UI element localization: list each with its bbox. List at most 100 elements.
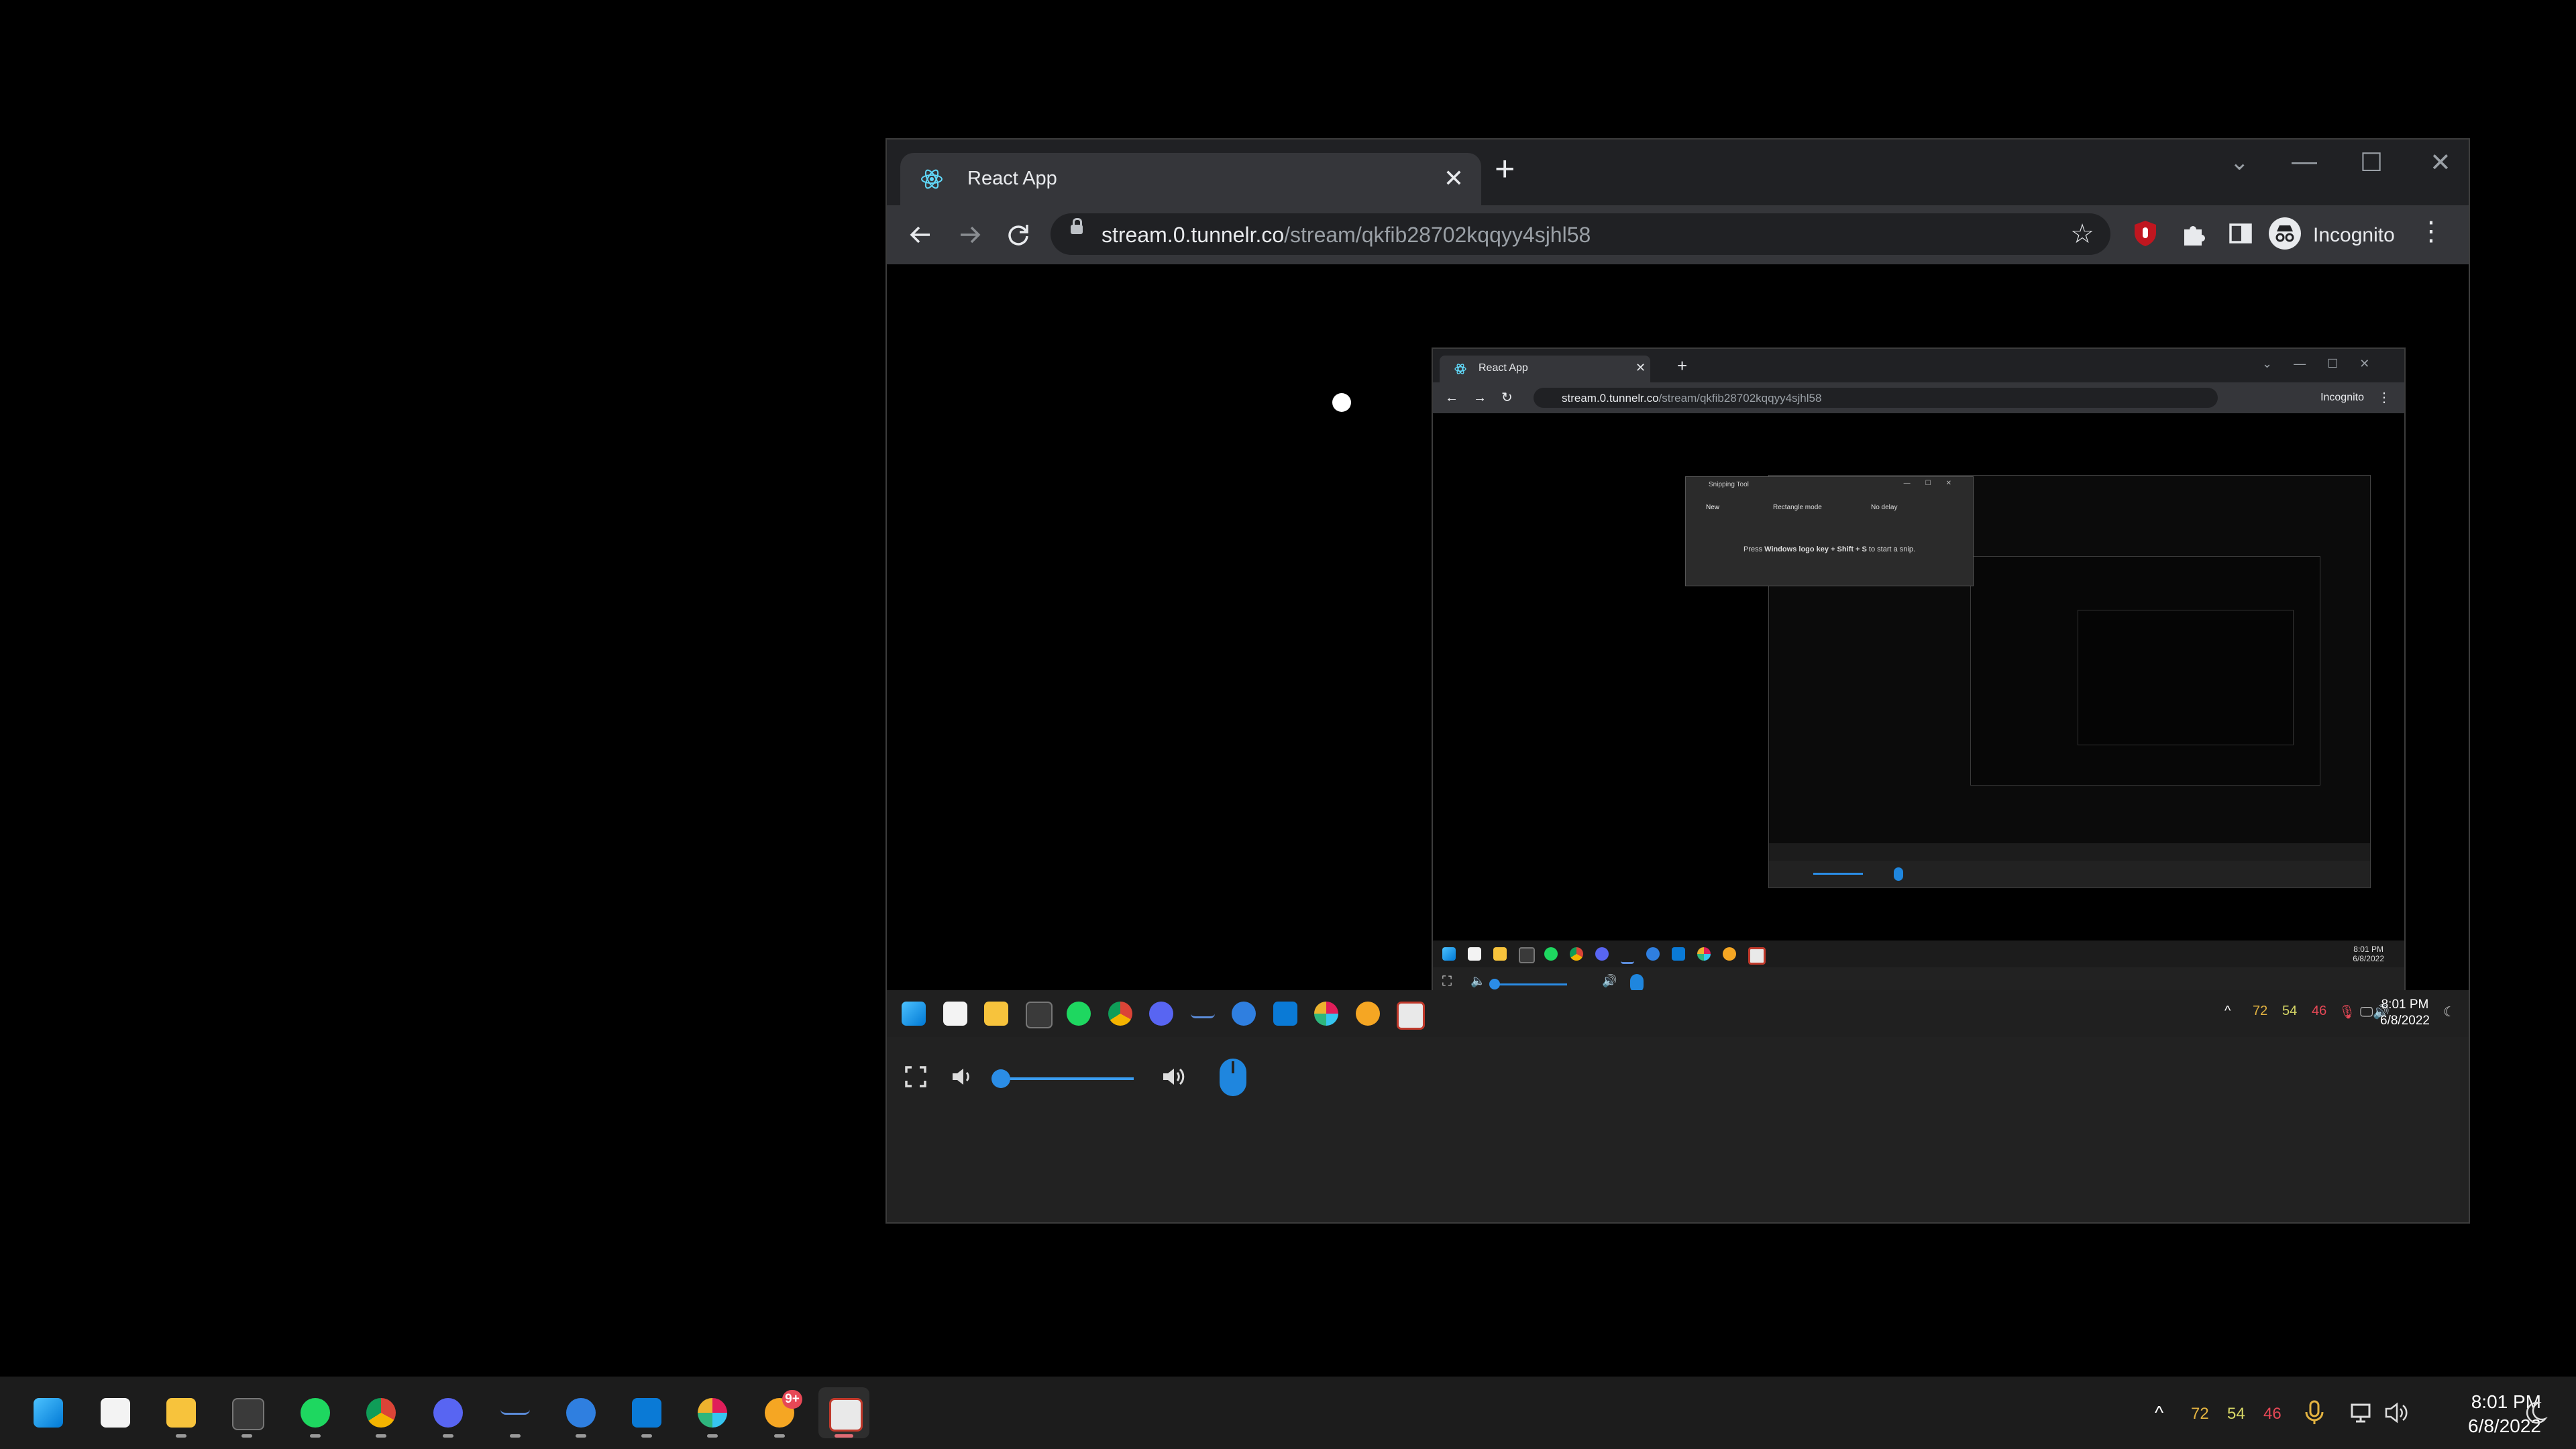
nested-window-controls[interactable]: ⌄—☐✕ [2262,357,2391,371]
nested-snipping-tool-icon[interactable] [1748,947,1766,965]
volume-icon[interactable] [2384,1401,2410,1425]
maximize-icon[interactable]: ☐ [2360,148,2383,178]
remote-terminal-icon[interactable] [1025,1002,1053,1028]
nested-vscode-icon[interactable] [1672,947,1685,961]
taskbar-chat-app-button[interactable]: 9+ [754,1387,805,1438]
browser-tab[interactable]: React App ✕ [900,153,1481,205]
nested-menu-icon[interactable]: ⋮ [2377,389,2391,406]
remote-clock[interactable]: 8:01 PM 6/8/2022 [2380,997,2430,1029]
address-bar[interactable]: stream.0.tunnelr.co/stream/qkfib28702kqq… [1051,213,2110,255]
remote-vscode-icon[interactable] [1273,1002,1297,1026]
remote-minimized-app-icon[interactable] [1190,1002,1215,1018]
remote-tray-chevron-icon[interactable]: ^ [2224,1004,2231,1019]
taskbar-terminal-button[interactable] [221,1387,272,1438]
running-indicator [310,1434,321,1438]
remote-start-icon[interactable] [902,1002,926,1026]
ublock-extension-icon[interactable] [2131,219,2160,248]
taskbar-file-explorer-button[interactable] [156,1387,207,1438]
running-indicator [376,1434,386,1438]
tray-chevron-icon[interactable]: ^ [2155,1402,2163,1424]
volume-slider-track[interactable] [1000,1077,1134,1080]
tab-search-icon[interactable]: ⌄ [2230,149,2249,176]
forward-icon[interactable] [957,221,983,248]
remote-microsoft-store-icon[interactable] [943,1002,967,1026]
taskbar-chrome-button[interactable] [356,1387,407,1438]
nested-address-bar[interactable]: stream.0.tunnelr.co/stream/qkfib28702kqq… [1534,388,2218,408]
taskbar-slack-button[interactable] [687,1387,738,1438]
remote-focus-icon[interactable]: ☾ [2443,1004,2455,1020]
microphone-icon[interactable] [2302,1399,2326,1426]
nested-new-tab-button[interactable]: + [1677,356,1687,376]
reload-icon[interactable] [1005,221,1032,248]
snip-window-controls[interactable]: —☐✕ [1904,480,1966,487]
nested-spotify-icon[interactable] [1544,947,1558,961]
taskbar-vscode-button[interactable] [621,1387,672,1438]
new-tab-button[interactable]: + [1495,149,1515,189]
nested-fullscreen-icon[interactable]: ⛶ [1442,974,1452,989]
remote-snipping-tool-icon[interactable] [1397,1002,1425,1030]
stream-viewport[interactable]: React App ✕ + ⌄—☐✕ ←→↻ stream.0.tunnelr.… [887,264,2469,1222]
discord-icon [433,1398,463,1428]
taskbar-discord-button[interactable] [423,1387,474,1438]
chrome-menu-icon[interactable]: ⋮ [2418,216,2445,247]
volume-up-icon[interactable] [1161,1065,1186,1088]
tray-cpu-temp: 72 [2191,1405,2209,1423]
nested-chrome-icon[interactable] [1570,947,1583,961]
nested-volume-knob[interactable] [1489,979,1500,989]
snip-new-button[interactable]: New [1706,504,1719,511]
slack-icon [698,1398,727,1428]
taskbar-spotify-button[interactable] [290,1387,341,1438]
nested-tab-close-icon[interactable]: ✕ [1635,361,1646,375]
nested-file-explorer-icon[interactable] [1493,947,1507,961]
network-icon[interactable] [2349,1401,2376,1425]
nested-start-icon[interactable] [1442,947,1456,961]
nested-tab[interactable]: React App ✕ [1440,356,1650,382]
taskbar-microsoft-store-button[interactable] [90,1387,141,1438]
bookmark-star-icon[interactable]: ☆ [2070,219,2094,250]
taskbar-start-button[interactable] [23,1387,74,1438]
nested-volume-slider[interactable] [1493,983,1567,985]
mouse-control-icon[interactable] [1220,1059,1246,1096]
remote-chat-app-icon[interactable] [1355,1002,1380,1026]
remote-microphone-icon[interactable]: 🎙 [2339,1004,2355,1020]
focus-assist-icon[interactable] [2524,1399,2548,1426]
running-indicator [835,1434,853,1438]
app-scripting-icon [566,1398,596,1428]
volume-slider-knob[interactable] [991,1069,1010,1088]
nested-app-scripting-icon[interactable] [1646,947,1660,961]
snip-delay-dropdown[interactable]: No delay [1871,504,1897,511]
nested-volume-up-icon[interactable]: 🔊 [1602,974,1617,988]
nested-minimized-app-icon[interactable] [1621,947,1634,964]
fullscreen-icon[interactable] [904,1065,927,1088]
taskbar-snipping-tool-button[interactable] [818,1387,869,1438]
taskbar-app-scripting-button[interactable] [555,1387,606,1438]
nested-terminal-icon[interactable] [1519,947,1535,963]
remote-app-scripting-icon[interactable] [1232,1002,1256,1026]
taskbar-minimized-app-button[interactable] [490,1387,541,1438]
nested-volume-down-icon[interactable]: 🔈 [1470,974,1485,988]
running-indicator [707,1434,718,1438]
incognito-icon [2269,217,2301,250]
remote-file-explorer-icon[interactable] [984,1002,1008,1026]
remote-discord-icon[interactable] [1149,1002,1173,1026]
remote-spotify-icon[interactable] [1067,1002,1091,1026]
nested-microsoft-store-icon[interactable] [1468,947,1481,961]
back-icon[interactable] [907,221,934,248]
extensions-puzzle-icon[interactable] [2179,219,2208,248]
close-window-icon[interactable]: ✕ [2430,148,2451,178]
taskbar-clock[interactable]: 8:01 PM 6/8/2022 [2407,1390,2541,1438]
remote-tray-gpu-temp: 54 [2282,1004,2298,1018]
volume-down-icon[interactable] [950,1065,973,1088]
remote-chrome-icon[interactable] [1108,1002,1132,1026]
remote-slack-icon[interactable] [1314,1002,1338,1026]
nested-discord-icon[interactable] [1595,947,1609,961]
tab-close-icon[interactable]: ✕ [1444,165,1464,192]
chrome-icon [366,1398,396,1428]
nested-slack-icon[interactable] [1697,947,1711,961]
snip-mode-dropdown[interactable]: Rectangle mode [1773,504,1822,511]
nested-nav-icons[interactable]: ←→↻ [1445,389,1527,406]
nested-chat-app-icon[interactable] [1723,947,1736,961]
tray-gpu-temp: 54 [2227,1405,2245,1423]
minimize-icon[interactable]: — [2292,148,2317,176]
side-panel-icon[interactable] [2226,219,2255,248]
